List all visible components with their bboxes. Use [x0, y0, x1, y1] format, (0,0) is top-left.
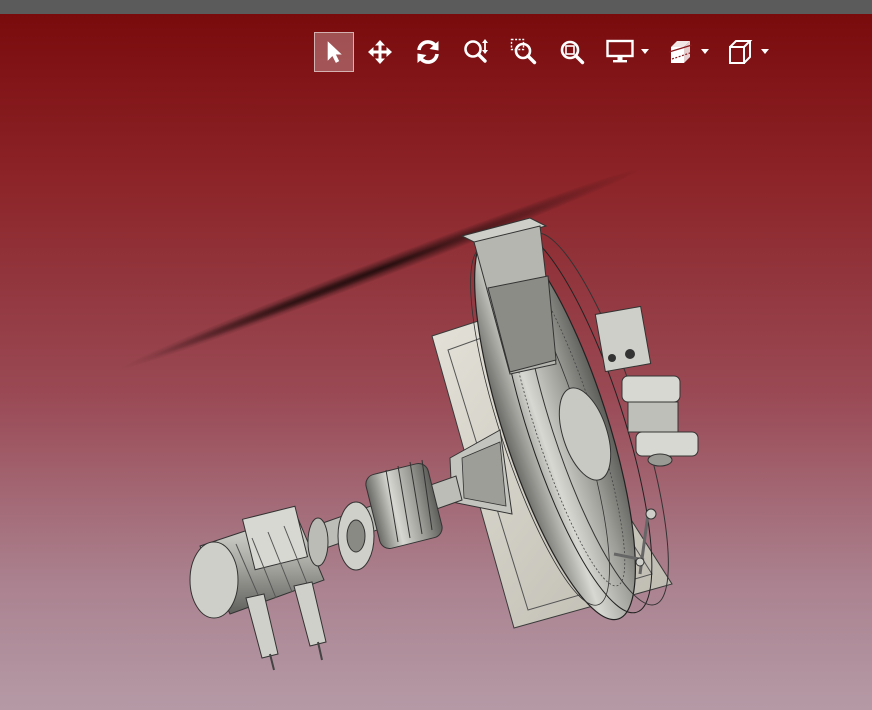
3d-viewport[interactable] [0, 14, 872, 710]
section-cube-icon [668, 41, 693, 63]
view-orientation-arrow[interactable] [760, 32, 770, 72]
arrow-pointer-icon [327, 41, 342, 63]
monitor-icon [606, 39, 634, 63]
display-mode-dropdown[interactable] [600, 32, 650, 72]
rotate-tool-button[interactable] [408, 32, 448, 72]
motor-legs [245, 581, 327, 671]
rotate-icon [417, 40, 439, 64]
coupling [337, 501, 375, 571]
view-cube-icon [729, 40, 753, 64]
pulley [365, 459, 443, 549]
view-orientation-dropdown[interactable] [720, 32, 770, 72]
pan-arrows-icon [368, 40, 392, 64]
sectioning-dropdown[interactable] [660, 32, 710, 72]
zoom-window-button[interactable] [504, 32, 544, 72]
zoom-window-icon [510, 38, 537, 65]
zoom-fit-icon [560, 40, 585, 65]
window-top-strip [0, 0, 872, 14]
pan-tool-button[interactable] [360, 32, 400, 72]
zoom-tool-button[interactable] [456, 32, 496, 72]
sectioning-button[interactable] [660, 32, 700, 72]
caret-down-icon [701, 49, 709, 54]
select-tool-button[interactable] [314, 32, 354, 72]
caret-down-icon [641, 49, 649, 54]
view-orientation-button[interactable] [720, 32, 760, 72]
caret-down-icon [761, 49, 769, 54]
view-toolbar [314, 32, 780, 72]
display-mode-button[interactable] [600, 32, 640, 72]
zoom-fit-button[interactable] [552, 32, 592, 72]
cad-assembly-model[interactable] [0, 14, 872, 710]
zoom-updown-icon [464, 39, 488, 63]
display-mode-arrow[interactable] [640, 32, 650, 72]
sectioning-arrow[interactable] [700, 32, 710, 72]
